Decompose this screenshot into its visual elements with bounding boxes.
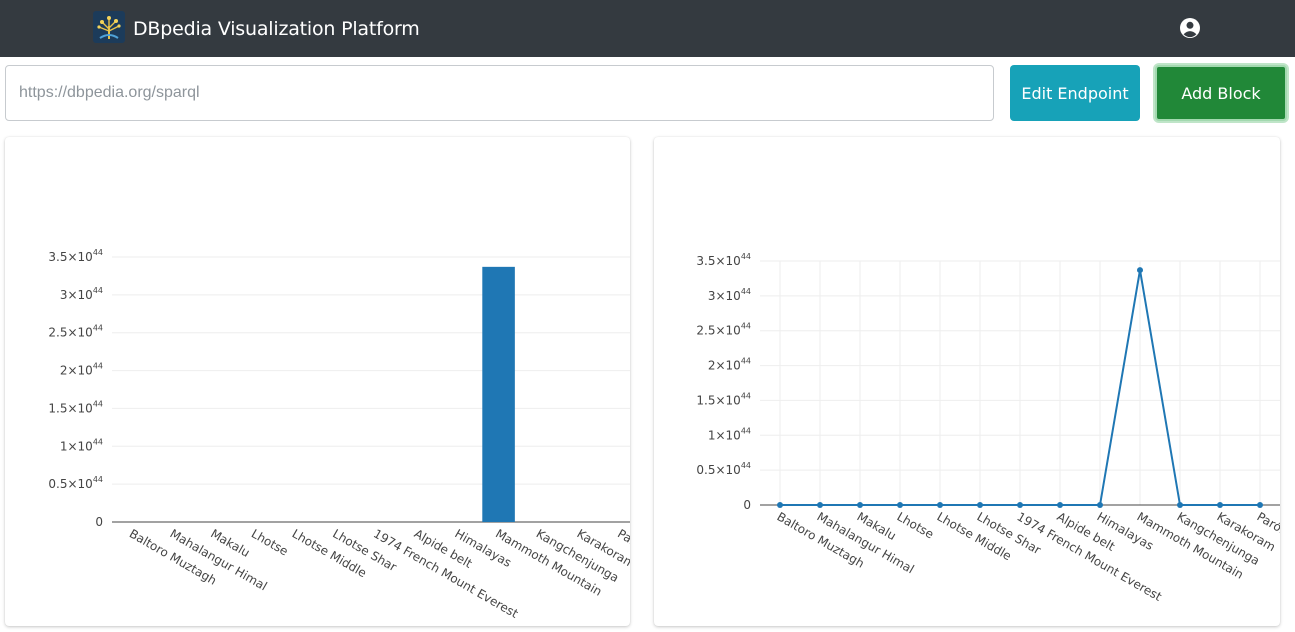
y-tick-label: 2.5×1044 xyxy=(48,324,103,340)
bar-chart: 0 0.5×1044 1×1044 1.5×1044 2×1044 2.5×1044 3×1… xyxy=(48,248,630,621)
top-navbar: DBpedia Visualization Platform xyxy=(0,0,1295,57)
data-point[interactable] xyxy=(1097,502,1103,508)
data-point[interactable] xyxy=(857,502,863,508)
y-tick-label: 1×1044 xyxy=(60,437,103,453)
bar-chart-block: 0 0.5×1044 1×1044 1.5×1044 2×1044 2.5×1044 3×1… xyxy=(5,137,630,626)
bar[interactable] xyxy=(482,266,515,522)
data-point[interactable] xyxy=(777,502,783,508)
user-circle-icon[interactable] xyxy=(1179,17,1201,39)
y-tick-label: 1.5×1044 xyxy=(48,399,103,415)
y-tick-label: 1.5×1044 xyxy=(696,391,751,407)
brand-title[interactable]: DBpedia Visualization Platform xyxy=(133,16,420,42)
x-tick-label: Lhotse xyxy=(895,509,937,541)
y-tick-label: 3×1044 xyxy=(60,286,103,302)
data-point[interactable] xyxy=(1217,502,1223,508)
data-point[interactable] xyxy=(1177,502,1183,508)
data-point[interactable] xyxy=(1017,502,1023,508)
y-tick-label: 2×1044 xyxy=(60,362,103,378)
y-tick-label: 3×1044 xyxy=(708,287,751,303)
y-tick-label: 3.5×1044 xyxy=(696,252,751,268)
y-tick-label: 0.5×1044 xyxy=(48,475,103,491)
line-chart: 0 0.5×1044 1×1044 1.5×1044 2×1044 2.5×1044 3×1… xyxy=(696,252,1280,604)
endpoint-url-input[interactable] xyxy=(5,65,994,121)
line-chart-block: 0 0.5×1044 1×1044 1.5×1044 2×1044 2.5×1044 3×1… xyxy=(654,137,1280,626)
edit-endpoint-button[interactable]: Edit Endpoint xyxy=(1010,65,1140,121)
dbpedia-logo-icon[interactable] xyxy=(93,11,125,43)
data-point[interactable] xyxy=(977,502,983,508)
data-point[interactable] xyxy=(1257,502,1263,508)
add-block-button[interactable]: Add Block xyxy=(1155,65,1287,121)
y-tick-label: 3.5×1044 xyxy=(48,248,103,264)
y-tick-label: 2.5×1044 xyxy=(696,322,751,338)
y-tick-label: 1×1044 xyxy=(708,426,751,442)
data-point[interactable] xyxy=(897,502,903,508)
y-tick-label: 0.5×1044 xyxy=(696,461,751,477)
x-tick-label: Lhotse xyxy=(249,526,291,558)
data-point[interactable] xyxy=(937,502,943,508)
data-point[interactable] xyxy=(1057,502,1063,508)
y-tick-label: 2×1044 xyxy=(708,357,751,373)
data-point[interactable] xyxy=(817,502,823,508)
data-point[interactable] xyxy=(1137,267,1143,274)
y-tick-label: 0 xyxy=(95,515,103,529)
y-tick-label: 0 xyxy=(743,498,751,512)
